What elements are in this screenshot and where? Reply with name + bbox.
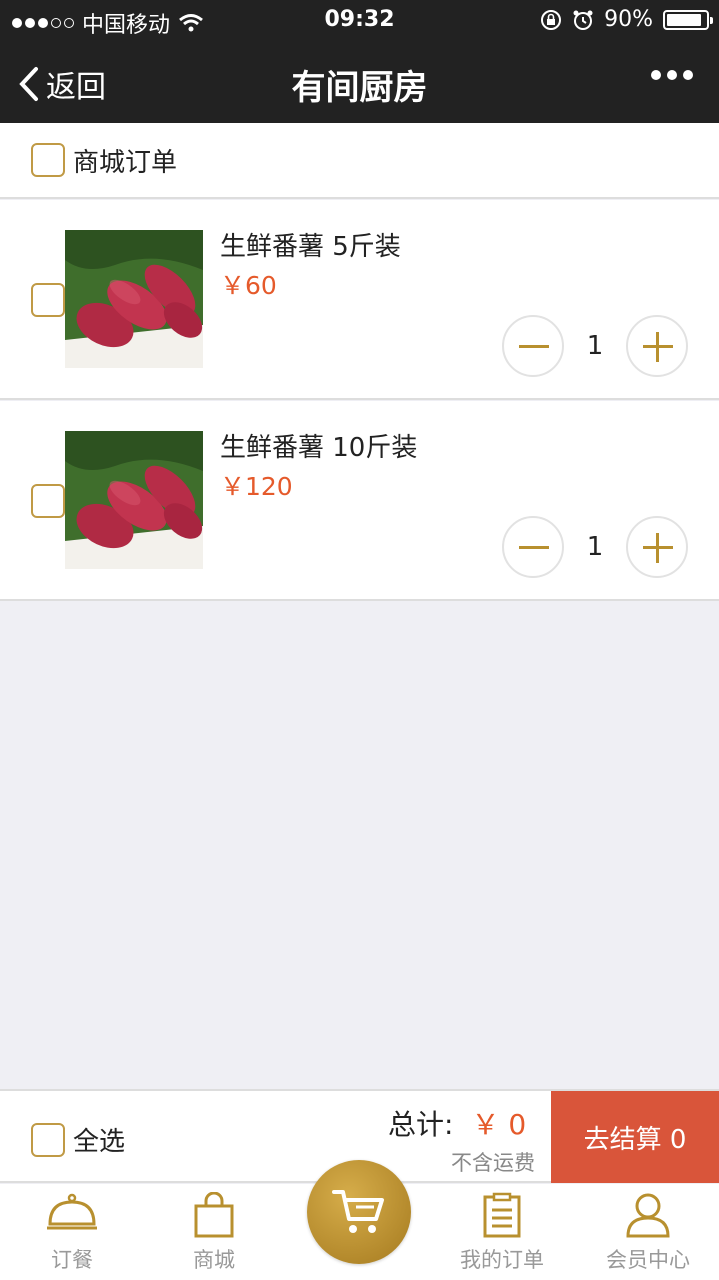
section-checkbox[interactable]	[31, 143, 65, 177]
select-all[interactable]: 全选	[31, 1121, 125, 1158]
tab-label: 商城	[193, 1248, 235, 1272]
navigation-bar: 返回 有间厨房	[0, 40, 719, 123]
total-value: ￥ 0	[471, 1108, 527, 1141]
product-name: 生鲜番薯 5斤装	[220, 232, 401, 262]
minus-icon	[519, 546, 549, 549]
clipboard-icon	[483, 1192, 521, 1238]
tab-mall[interactable]: 商城	[142, 1184, 286, 1280]
shipping-note: 不含运费	[451, 1151, 535, 1175]
status-bar: 中国移动 09:32 90%	[0, 0, 719, 40]
product-price: ￥120	[220, 472, 293, 501]
product-name: 生鲜番薯 10斤装	[220, 433, 418, 463]
tab-label: 订餐	[51, 1248, 93, 1272]
alarm-icon	[573, 10, 593, 30]
tab-dining[interactable]: 订餐	[0, 1184, 144, 1280]
page-title: 有间厨房	[291, 68, 428, 108]
minus-icon	[519, 345, 549, 348]
tab-label: 会员中心	[606, 1248, 690, 1272]
increment-button[interactable]	[626, 516, 688, 578]
total-line: 总计: ￥ 0	[388, 1103, 526, 1143]
increment-button[interactable]	[626, 315, 688, 377]
total-label: 总计:	[388, 1108, 454, 1141]
decrement-button[interactable]	[502, 516, 564, 578]
quantity-stepper: 1	[502, 516, 688, 578]
battery-icon	[663, 9, 713, 30]
more-menu-icon[interactable]	[651, 70, 693, 80]
quantity-value: 1	[586, 532, 604, 562]
tab-label: 我的订单	[460, 1248, 544, 1272]
select-all-label: 全选	[73, 1127, 126, 1157]
bag-icon	[194, 1192, 234, 1238]
battery-percent: 90%	[604, 7, 653, 32]
product-image	[65, 431, 203, 569]
decrement-button[interactable]	[502, 315, 564, 377]
dish-icon	[47, 1193, 97, 1230]
user-icon	[626, 1193, 670, 1238]
product-image	[65, 230, 203, 368]
cart-item: 生鲜番薯 10斤装 ￥120 1	[0, 401, 719, 601]
section-header: 商城订单	[0, 123, 719, 199]
quantity-value: 1	[586, 331, 604, 361]
item-checkbox[interactable]	[31, 484, 65, 518]
select-all-checkbox[interactable]	[31, 1122, 65, 1157]
rotation-lock-icon	[541, 9, 562, 30]
cart-icon	[332, 1190, 384, 1233]
section-label: 商城订单	[73, 147, 178, 178]
checkout-button[interactable]: 去结算 0	[551, 1091, 719, 1183]
tab-member-center[interactable]: 会员中心	[576, 1184, 719, 1280]
tab-cart[interactable]	[307, 1160, 411, 1264]
cart-item: 生鲜番薯 5斤装 ￥60 1	[0, 200, 719, 400]
product-price: ￥60	[220, 271, 277, 300]
tab-my-orders[interactable]: 我的订单	[430, 1184, 574, 1280]
quantity-stepper: 1	[502, 315, 688, 377]
item-checkbox[interactable]	[31, 283, 65, 317]
